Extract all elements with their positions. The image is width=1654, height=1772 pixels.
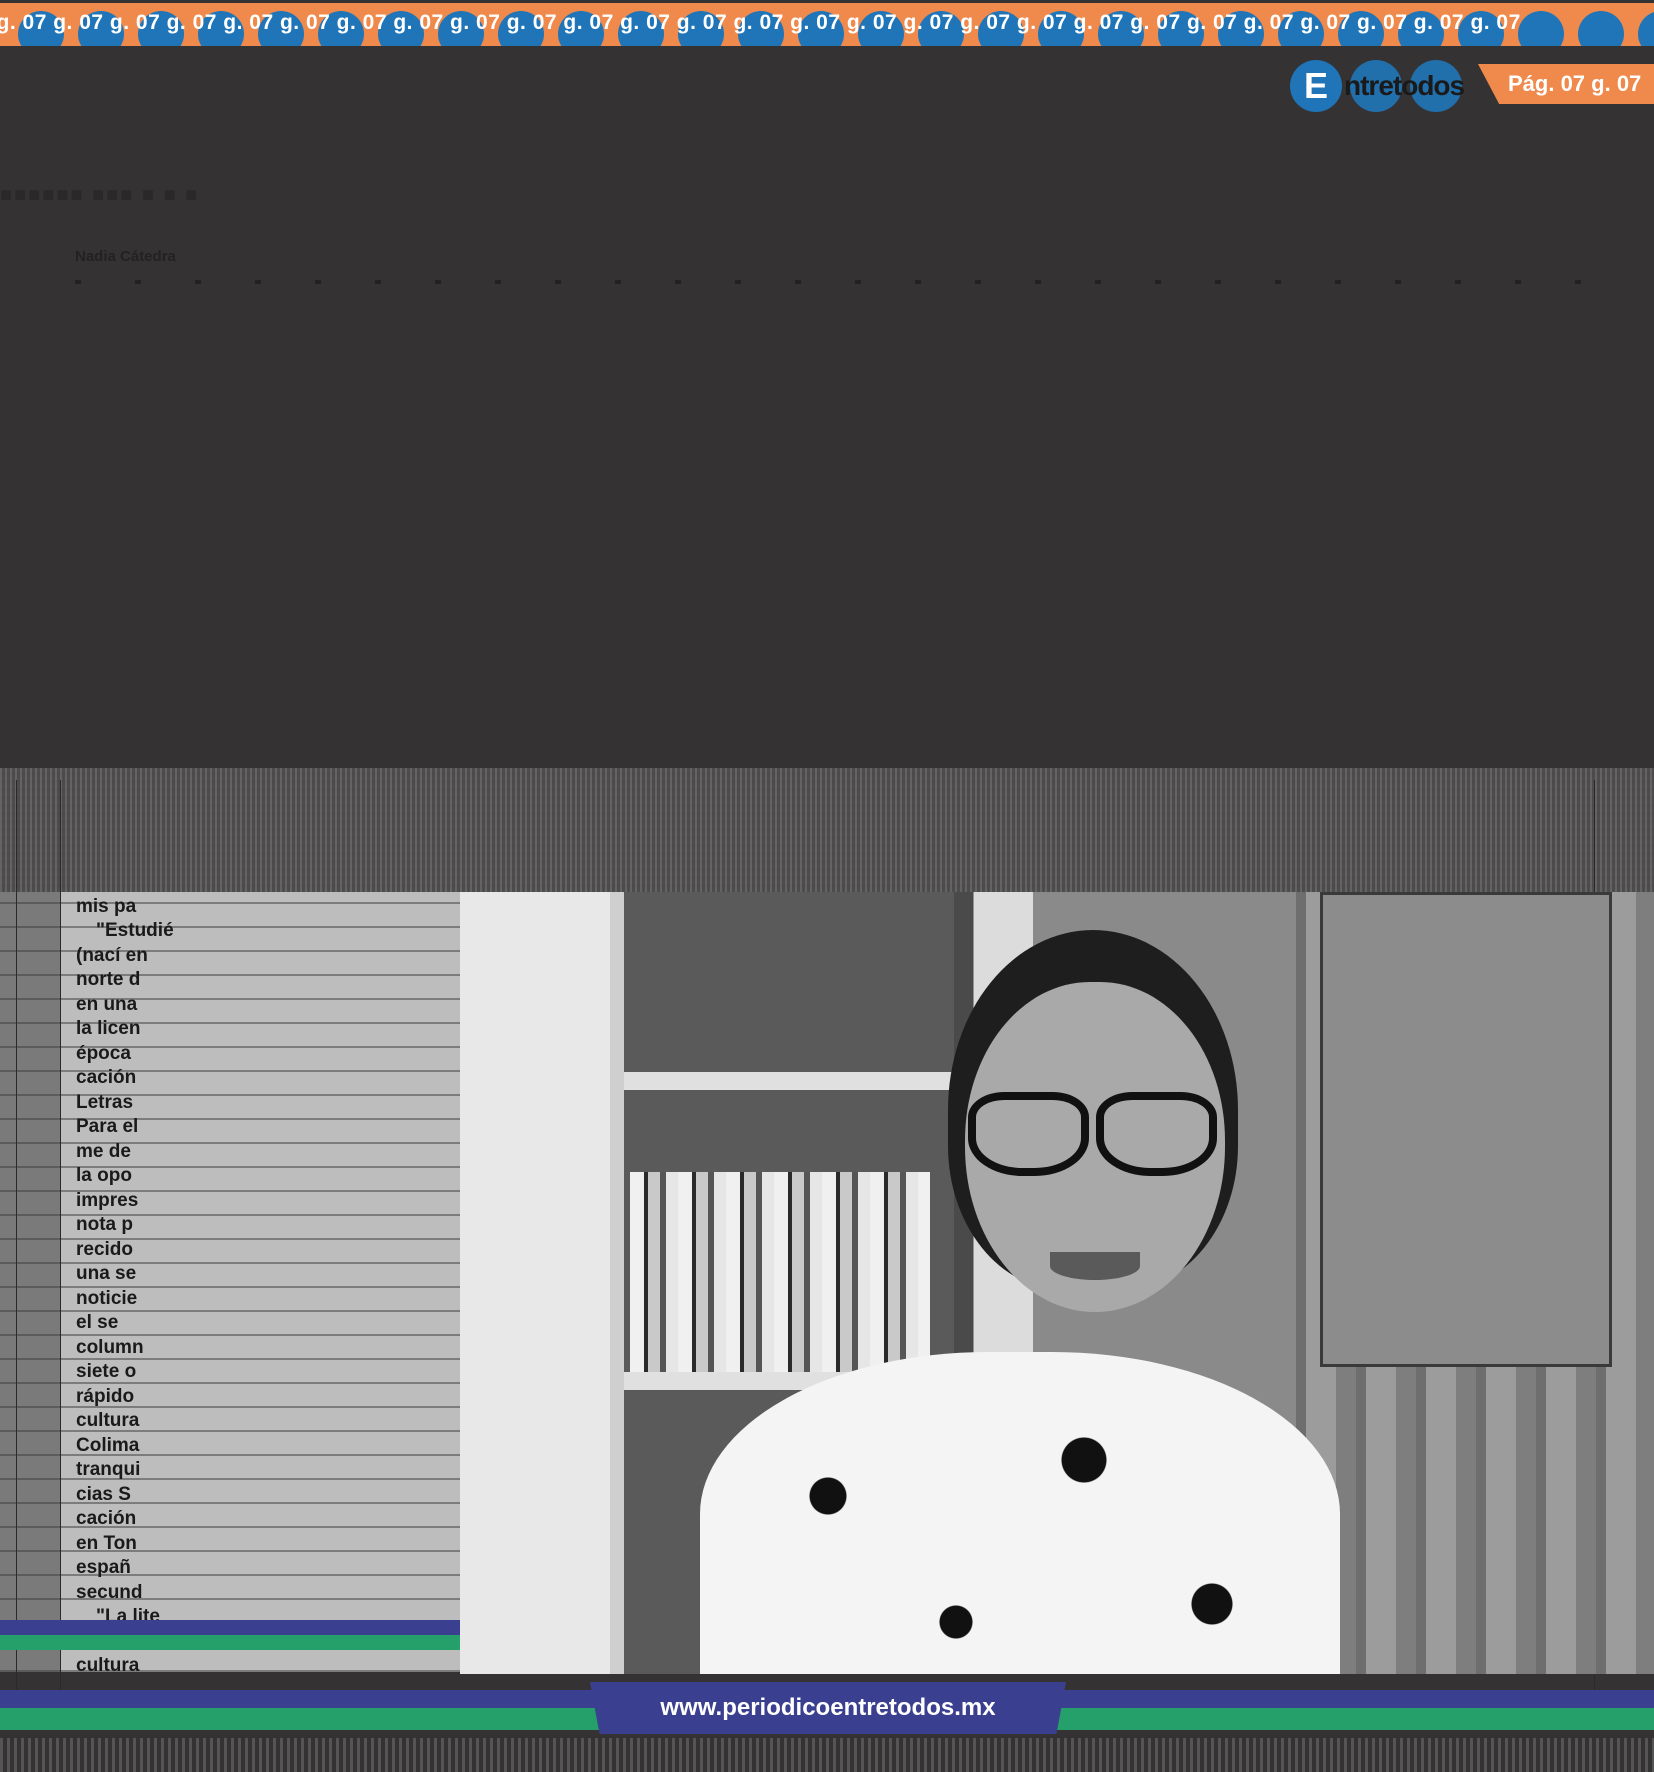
article-line: rápido [76,1385,135,1407]
article-line: españ [76,1557,131,1578]
scan-noise-band [0,768,1654,892]
column-rule [16,780,17,1700]
article-line: siete o [76,1361,137,1382]
article-line: column [76,1336,144,1358]
logo-e-icon: E [1290,60,1342,112]
article-line: nota p [76,1214,133,1235]
article-line: tranqui [76,1459,141,1480]
article-line: una se [76,1263,137,1284]
column-rule [60,780,61,1700]
article-line: la licen [76,1018,141,1039]
article-line: mis pa [76,895,137,917]
article-line: en una [76,993,138,1015]
article-line: cación [76,1067,137,1088]
website-url[interactable]: www.periodicoentretodos.mx [590,1682,1066,1734]
article-line: en Ton [76,1532,137,1554]
article-line: (nací en [76,944,148,966]
logo-wordmark: ntretodos [1344,70,1465,101]
article-line: ratificar [76,892,146,893]
article-line: cultura [76,1655,140,1672]
article-line: norte d [76,969,141,990]
shelf-board [624,1072,964,1090]
wood-door [1319,892,1613,1368]
person-blouse [700,1352,1340,1674]
page-number-tab: Pág. 07 g. 07 [1478,64,1654,104]
article-line: recido [76,1238,134,1260]
article-text-column: luncacontraratificarmis pa"Estudié(nací … [0,892,460,1672]
headline-ghost: ■■■■■■ ■■■ ■ ■ ■ [0,184,200,206]
article-line: Para el [76,1116,139,1137]
article-line: la opo [76,1165,132,1186]
article-line: cias S [76,1483,131,1505]
article-line: cación [76,1508,137,1529]
glasses-icon [968,1092,1089,1176]
article-line: época [76,1042,131,1064]
footer-side-strip [0,1620,460,1650]
article-line: Letras [76,1091,134,1113]
masthead: E ntretodos Pág. 07 g. 07 [1290,60,1654,116]
books [630,1172,930,1372]
banner-page-repeat: 7 g. 07 g. 07 g. 07 g. 07 g. 07 g. 07 g.… [0,11,1521,34]
article-line: secund [76,1581,143,1603]
article-line: Colima [76,1434,140,1456]
smile [1050,1252,1140,1280]
article-line: el se [76,1312,119,1333]
byline: Nadia Cátedra [75,248,176,265]
top-banner: 7 g. 07 g. 07 g. 07 g. 07 g. 07 g. 07 g.… [0,0,1654,46]
scan-noise-bottom [0,1738,1654,1772]
glasses-icon [1096,1092,1217,1176]
article-line: noticie [76,1287,138,1309]
article-line: impres [76,1189,139,1211]
article-line: "Estudié [96,920,174,941]
article-line: cultura [76,1410,140,1431]
dotted-rule [75,280,1615,284]
article-line: me de [76,1140,131,1162]
portrait-photo [460,892,1654,1674]
